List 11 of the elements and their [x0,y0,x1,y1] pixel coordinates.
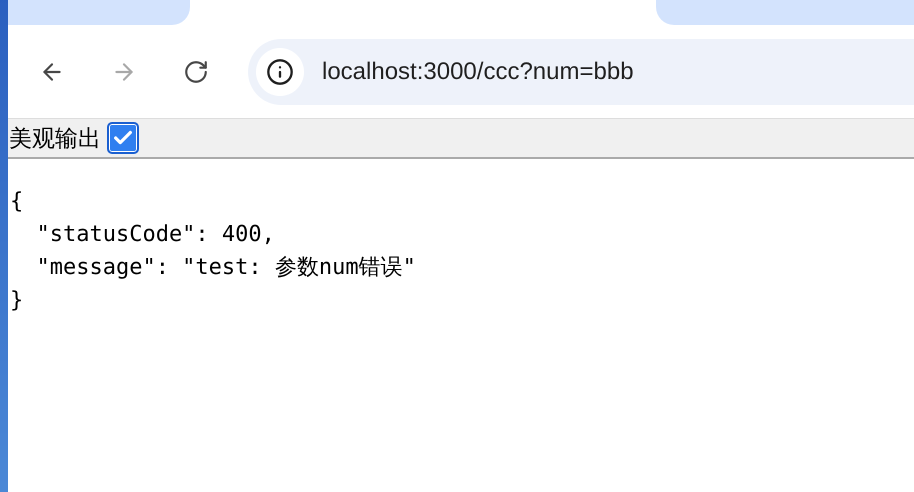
pretty-print-checkbox[interactable] [107,122,139,154]
site-info-button[interactable] [256,48,304,96]
json-line: "message": "test: 参数num错误" [35,254,417,282]
pretty-print-label: 美观输出 [9,124,101,152]
json-line: "statusCode": 400, [35,221,276,249]
json-line: { [10,188,24,216]
reload-icon [183,58,209,84]
address-bar[interactable]: localhost:3000/ccc?num=bbb [248,38,914,104]
json-line: } [10,287,24,315]
info-icon [266,58,294,86]
url-text: localhost:3000/ccc?num=bbb [322,58,634,86]
